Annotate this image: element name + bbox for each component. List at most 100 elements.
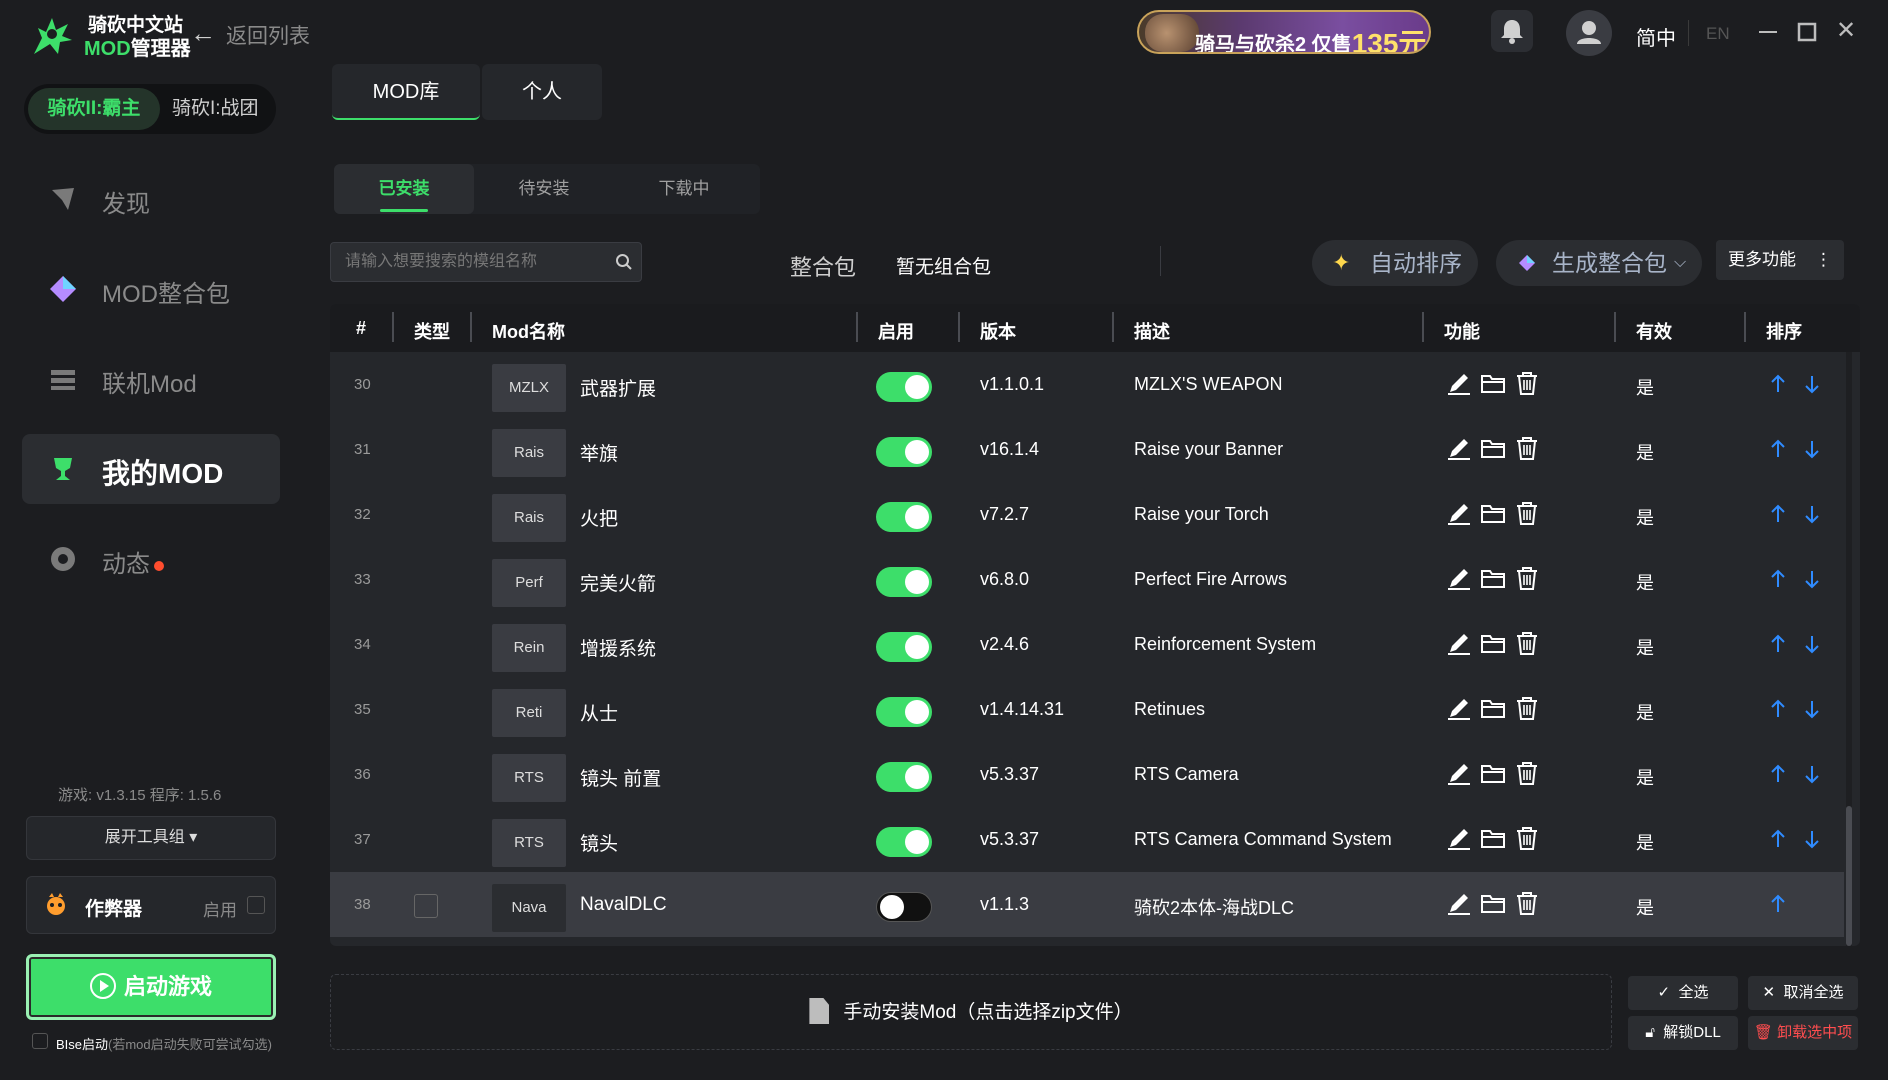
trash-icon[interactable] — [1512, 628, 1542, 658]
trash-icon[interactable] — [1512, 498, 1542, 528]
tab-installed[interactable]: 已安装 — [334, 164, 474, 214]
trash-icon[interactable] — [1512, 368, 1542, 398]
trash-icon[interactable] — [1512, 563, 1542, 593]
sidebar-item-my-mod[interactable]: 我的MOD — [22, 434, 280, 504]
table-scrollbar-thumb[interactable] — [1846, 806, 1852, 946]
table-row[interactable]: 32 Rais 火把 v7.2.7 Raise your Torch 是 — [330, 482, 1844, 547]
maximize-icon[interactable] — [1797, 20, 1817, 44]
move-up-icon[interactable] — [1768, 502, 1788, 526]
edit-icon[interactable] — [1444, 433, 1474, 463]
move-up-icon[interactable] — [1768, 632, 1788, 656]
mod-enable-toggle[interactable] — [876, 567, 932, 597]
edit-icon[interactable] — [1444, 498, 1474, 528]
table-row[interactable]: 35 Reti 从士 v1.4.14.31 Retinues 是 — [330, 677, 1844, 742]
search-icon[interactable] — [615, 253, 633, 271]
move-down-icon[interactable] — [1802, 697, 1822, 721]
generate-modpack-button[interactable]: 生成整合包 ⌵ — [1496, 240, 1702, 286]
modpack-value[interactable]: 暂无组合包 — [896, 252, 991, 279]
mod-enable-toggle[interactable] — [876, 762, 932, 792]
edit-icon[interactable] — [1444, 888, 1474, 918]
folder-icon[interactable] — [1478, 693, 1508, 723]
manual-install-dropzone[interactable]: 手动安装Mod（点击选择zip文件） — [330, 974, 1612, 1050]
uninstall-selected-button[interactable]: 🗑︎ 卸载选中项 — [1748, 1016, 1858, 1050]
folder-icon[interactable] — [1478, 823, 1508, 853]
mod-enable-toggle[interactable] — [876, 372, 932, 402]
trash-icon[interactable] — [1512, 823, 1542, 853]
game-option-warband[interactable]: 骑砍I:战团 — [172, 88, 259, 130]
table-row[interactable]: 34 Rein 增援系统 v2.4.6 Reinforcement System 是 — [330, 612, 1844, 677]
move-down-icon[interactable] — [1802, 372, 1822, 396]
folder-icon[interactable] — [1478, 758, 1508, 788]
back-to-list-link[interactable]: 返回列表 — [226, 20, 310, 50]
move-down-icon[interactable] — [1802, 827, 1822, 851]
mod-enable-toggle[interactable] — [876, 632, 932, 662]
sidebar-item-news[interactable]: 动态 — [22, 524, 280, 594]
edit-icon[interactable] — [1444, 563, 1474, 593]
sidebar-item-discover[interactable]: 发现 — [22, 164, 280, 234]
edit-icon[interactable] — [1444, 693, 1474, 723]
trash-icon[interactable] — [1512, 433, 1542, 463]
tab-personal[interactable]: 个人 — [482, 64, 602, 120]
move-up-icon[interactable] — [1768, 827, 1788, 851]
search-input[interactable] — [331, 243, 611, 281]
notification-button[interactable] — [1491, 10, 1533, 52]
table-row[interactable]: 37 RTS 镜头 v5.3.37 RTS Camera Command System 是 — [330, 807, 1844, 872]
mod-enable-toggle[interactable] — [876, 502, 932, 532]
table-row[interactable]: 38 Nava NavalDLC v1.1.3 骑砍2本体-海战DLC 是 — [330, 872, 1844, 937]
edit-icon[interactable] — [1444, 823, 1474, 853]
folder-icon[interactable] — [1478, 368, 1508, 398]
row-select-checkbox[interactable] — [414, 894, 438, 918]
tab-mod-library[interactable]: MOD库 — [332, 64, 480, 120]
lang-zh-button[interactable]: 简中 — [1636, 22, 1676, 51]
sidebar-item-multiplayer[interactable]: 联机Mod — [22, 344, 280, 414]
minimize-icon[interactable] — [1758, 20, 1778, 44]
move-down-icon[interactable] — [1802, 437, 1822, 461]
tools-dropdown[interactable]: 展开工具组 ▾ — [26, 816, 276, 860]
table-row[interactable]: 33 Perf 完美火箭 v6.8.0 Perfect Fire Arrows 是 — [330, 547, 1844, 612]
trash-icon[interactable] — [1512, 758, 1542, 788]
folder-icon[interactable] — [1478, 628, 1508, 658]
back-arrow-icon[interactable]: ← — [190, 18, 216, 49]
move-up-icon[interactable] — [1768, 892, 1788, 916]
trash-icon[interactable] — [1512, 693, 1542, 723]
cheat-enable-checkbox[interactable] — [247, 896, 265, 914]
unlock-dll-button[interactable]: 🔓︎ 解锁DLL — [1628, 1016, 1738, 1050]
move-up-icon[interactable] — [1768, 567, 1788, 591]
folder-icon[interactable] — [1478, 888, 1508, 918]
table-row[interactable]: 30 MZLX 武器扩展 v1.1.0.1 MZLX'S WEAPON 是 — [330, 352, 1844, 417]
folder-icon[interactable] — [1478, 563, 1508, 593]
move-up-icon[interactable] — [1768, 372, 1788, 396]
folder-icon[interactable] — [1478, 433, 1508, 463]
bise-launch-checkbox[interactable] — [32, 1033, 48, 1049]
folder-icon[interactable] — [1478, 498, 1508, 528]
edit-icon[interactable] — [1444, 758, 1474, 788]
table-row[interactable]: 36 RTS 镜头 前置 v5.3.37 RTS Camera 是 — [330, 742, 1844, 807]
move-up-icon[interactable] — [1768, 762, 1788, 786]
deselect-all-button[interactable]: ✕ 取消全选 — [1748, 976, 1858, 1010]
avatar[interactable] — [1566, 10, 1612, 56]
table-row[interactable]: 31 Rais 举旗 v16.1.4 Raise your Banner 是 — [330, 417, 1844, 482]
more-functions-button[interactable]: 更多功能 ⋮ — [1716, 240, 1844, 280]
edit-icon[interactable] — [1444, 368, 1474, 398]
mod-enable-toggle[interactable] — [876, 827, 932, 857]
mod-enable-toggle[interactable] — [876, 437, 932, 467]
sidebar-item-modpack[interactable]: MOD整合包 — [22, 254, 280, 324]
promo-banner[interactable]: 骑马与砍杀2 仅售135元 — [1137, 10, 1431, 54]
tab-pending[interactable]: 待安装 — [474, 164, 614, 214]
lang-en-button[interactable]: EN — [1706, 24, 1730, 44]
game-option-bannerlord[interactable]: 骑砍II:霸主 — [28, 88, 160, 130]
select-all-button[interactable]: ✓ 全选 — [1628, 976, 1738, 1010]
mod-enable-toggle[interactable] — [876, 892, 932, 922]
mod-enable-toggle[interactable] — [876, 697, 932, 727]
move-up-icon[interactable] — [1768, 697, 1788, 721]
close-icon[interactable]: ✕ — [1836, 16, 1856, 45]
move-down-icon[interactable] — [1802, 567, 1822, 591]
auto-sort-button[interactable]: ✦ 自动排序 — [1312, 240, 1478, 286]
launch-game-button[interactable]: 启动游戏 — [26, 954, 276, 1020]
move-down-icon[interactable] — [1802, 762, 1822, 786]
edit-icon[interactable] — [1444, 628, 1474, 658]
tab-downloading[interactable]: 下载中 — [614, 164, 754, 214]
move-down-icon[interactable] — [1802, 502, 1822, 526]
move-up-icon[interactable] — [1768, 437, 1788, 461]
trash-icon[interactable] — [1512, 888, 1542, 918]
